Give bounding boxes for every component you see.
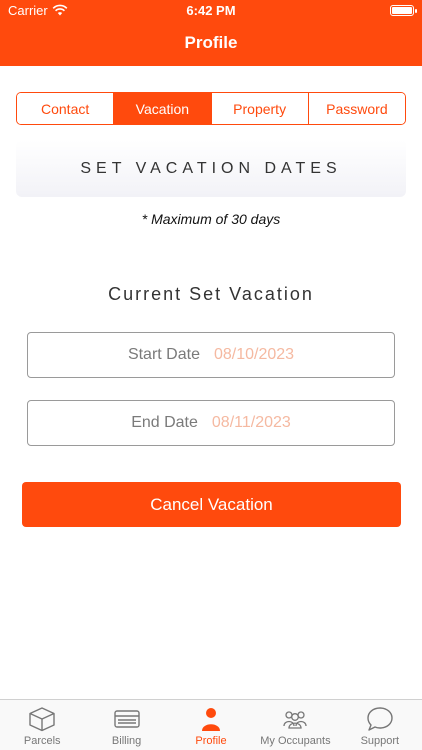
tab-password[interactable]: Password [308,93,405,124]
status-time: 6:42 PM [186,3,236,18]
profile-segmented-tabs: Contact Vacation Property Password [16,92,406,125]
tabbar-label-my-occupants: My Occupants [260,735,331,747]
chat-bubble-icon [367,707,393,731]
cancel-vacation-button[interactable]: Cancel Vacation [22,482,401,527]
battery-icon [390,5,417,16]
set-vacation-banner: SET VACATION DATES [16,140,406,197]
tab-property[interactable]: Property [211,93,309,124]
tabbar-item-parcels[interactable]: Parcels [0,700,84,750]
tab-contact[interactable]: Contact [17,93,115,124]
status-bar: Carrier 6:42 PM [0,0,422,22]
tabbar-item-support[interactable]: Support [338,700,422,750]
max-days-note: * Maximum of 30 days [141,211,281,227]
app-header: Carrier 6:42 PM Profile [0,0,422,66]
start-date-value: 08/10/2023 [213,346,295,363]
credit-card-icon [113,710,140,728]
start-date-field[interactable]: Start Date 08/10/2023 [27,332,395,378]
page-title: Profile [184,33,238,52]
tabbar-item-my-occupants[interactable]: My Occupants [253,700,337,750]
start-date-label: Start Date [127,346,200,363]
tabbar-label-billing: Billing [111,735,142,747]
tabbar-label-profile: Profile [195,735,227,747]
end-date-value: 08/11/2023 [211,414,291,431]
package-icon [29,707,55,732]
end-date-field[interactable]: End Date 08/11/2023 [27,400,395,446]
tabbar-item-profile[interactable]: Profile [169,700,253,750]
tabbar-label-parcels: Parcels [23,735,61,747]
bottom-tab-bar: Parcels Billing Profile My Occupants Sup… [0,699,422,750]
tabbar-item-billing[interactable]: Billing [84,700,168,750]
tab-vacation[interactable]: Vacation [114,93,212,124]
person-icon [202,708,221,731]
group-icon [283,711,308,729]
current-vacation-title: Current Set Vacation [108,284,314,304]
tabbar-label-support: Support [360,735,400,747]
end-date-label: End Date [131,414,198,431]
